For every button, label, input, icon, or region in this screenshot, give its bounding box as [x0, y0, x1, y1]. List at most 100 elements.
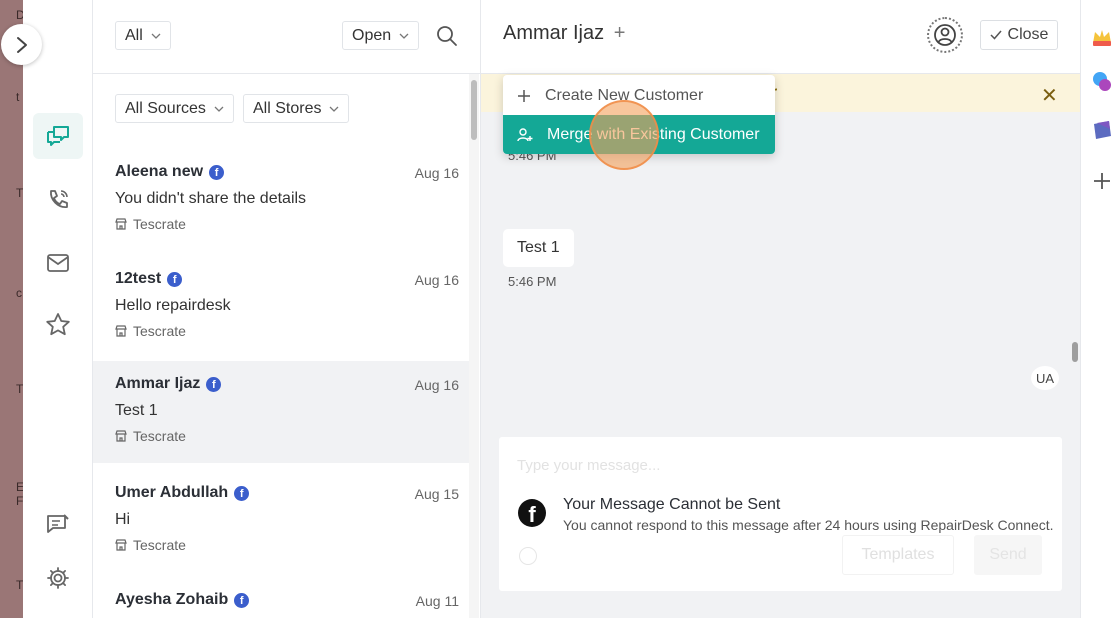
background-letter: t: [16, 90, 20, 104]
background-letter: E: [16, 480, 23, 494]
search-icon: [437, 26, 457, 46]
store-icon: [115, 218, 127, 230]
notes-edit-icon: [47, 514, 69, 533]
store-icon: [115, 325, 127, 337]
close-conversation-button[interactable]: Close: [980, 20, 1058, 50]
close-label: Close: [1007, 26, 1049, 43]
conversation-date: Aug 16: [414, 377, 459, 393]
list-scrollbar-thumb[interactable]: [471, 80, 477, 140]
list-scrollbar[interactable]: [469, 74, 479, 618]
warning-subtitle: You cannot respond to this message after…: [563, 517, 1054, 533]
conversation-item-selected[interactable]: Ammar Ijaz f Aug 16 Test 1 Tescrate: [93, 361, 471, 463]
chevron-down-icon: [330, 106, 339, 112]
chat-app-icon[interactable]: [1091, 71, 1113, 93]
conversation-date: Aug 16: [414, 165, 459, 181]
conversation-preview: Test 1: [115, 402, 158, 419]
background-letter: D: [16, 8, 23, 22]
conversation-date: Aug 16: [414, 272, 459, 288]
filter-status-dropdown[interactable]: Open: [342, 21, 420, 50]
nav-item-conversations[interactable]: [33, 113, 83, 159]
close-icon[interactable]: ✕: [1041, 83, 1058, 108]
mail-icon: [47, 254, 69, 272]
click-marker: [589, 100, 659, 170]
star-icon: [46, 313, 70, 336]
facebook-icon: f: [234, 485, 250, 501]
background-letter: F: [16, 494, 23, 508]
send-button[interactable]: Send: [974, 535, 1042, 575]
conversation-name: Aleena new: [115, 163, 204, 180]
right-apps-rail: [1080, 0, 1120, 618]
conversation-name-row: Ayesha Zohaib f: [115, 591, 250, 609]
emoji-icon[interactable]: [519, 547, 537, 565]
conversation-name: Umer Abdullah: [115, 484, 229, 501]
search-button[interactable]: [436, 25, 458, 52]
conversation-list-panel: All Open All Sources All Stores Aleena n…: [93, 0, 481, 618]
plus-icon: [518, 89, 530, 102]
conversation-store-row: Tescrate: [115, 216, 186, 232]
conversation-item[interactable]: Aleena new f Aug 16 You didn't share the …: [93, 149, 471, 253]
conversation-store: Tescrate: [133, 323, 186, 339]
conversation-store-row: Tescrate: [115, 323, 186, 339]
chevron-down-icon: [151, 33, 161, 39]
conversation-name-row: 12test f: [115, 270, 183, 288]
add-customer-button[interactable]: +: [614, 22, 626, 44]
expand-sidebar-button[interactable]: [1, 24, 42, 65]
assign-agent-button[interactable]: [927, 17, 963, 53]
message-input[interactable]: Type your message...: [517, 457, 660, 474]
facebook-icon: f: [518, 499, 546, 527]
user-add-icon: [517, 127, 533, 141]
nav-item-settings[interactable]: [33, 555, 83, 601]
nav-item-starred[interactable]: [33, 302, 83, 348]
conversation-name-row: Ammar Ijaz f: [115, 375, 222, 393]
conversation-date: Aug 11: [415, 593, 459, 609]
store-icon: [115, 539, 127, 551]
conversation-item[interactable]: Ayesha Zohaib f Aug 11: [93, 577, 471, 618]
conversation-store-row: Tescrate: [115, 537, 186, 553]
check-icon: [990, 30, 1002, 40]
conversation-preview: Hi: [115, 511, 131, 528]
crown-app-icon[interactable]: [1091, 26, 1113, 48]
conversation-preview: Hello repairdesk: [115, 297, 231, 314]
facebook-icon: f: [234, 592, 250, 608]
chevron-down-icon: [214, 106, 224, 112]
conversation-item[interactable]: 12test f Aug 16 Hello repairdesk Tescrate: [93, 256, 471, 360]
background-letter: T: [16, 382, 23, 396]
chat-title-row: Ammar Ijaz +: [503, 22, 625, 45]
background-letter: T: [16, 578, 23, 592]
templates-button[interactable]: Templates: [842, 535, 954, 575]
conversation-item[interactable]: Umer Abdullah f Aug 15 Hi Tescrate: [93, 470, 471, 574]
conversation-date: Aug 15: [414, 486, 459, 502]
nav-item-calls[interactable]: [33, 177, 83, 223]
background-app-strip: D t T c T E F T: [0, 0, 23, 618]
message-bubble: Test 1: [503, 229, 574, 267]
phone-icon: [50, 190, 68, 208]
filter-stores-dropdown[interactable]: All Stores: [243, 94, 350, 123]
chat-bubbles-icon: [47, 126, 69, 146]
agent-avatar: UA: [1031, 366, 1059, 390]
add-app-icon[interactable]: [1091, 170, 1113, 192]
nav-item-notes[interactable]: [33, 502, 83, 548]
filter-all-label: All: [125, 26, 143, 44]
gear-icon: [47, 567, 69, 589]
filter-all-dropdown[interactable]: All: [115, 21, 171, 50]
main-nav: [23, 0, 93, 618]
chat-scrollbar-thumb[interactable]: [1072, 342, 1078, 362]
facebook-icon: f: [167, 271, 183, 287]
nav-item-email[interactable]: [33, 240, 83, 286]
chat-header: Ammar Ijaz + Close: [481, 0, 1080, 74]
store-icon: [115, 430, 127, 442]
message-time: 5:46 PM: [508, 274, 557, 289]
background-letter: c: [16, 286, 22, 300]
conversation-name: 12test: [115, 270, 162, 287]
chevron-right-icon: [16, 36, 27, 53]
chevron-down-icon: [399, 33, 409, 39]
conversation-store: Tescrate: [133, 428, 186, 444]
filter-sources-dropdown[interactable]: All Sources: [115, 94, 234, 123]
customer-name: Ammar Ijaz: [503, 22, 605, 44]
conversation-store: Tescrate: [133, 537, 186, 553]
facebook-icon: f: [206, 376, 222, 392]
user-circle-icon: [934, 24, 956, 46]
shape-app-icon[interactable]: [1091, 119, 1113, 141]
facebook-icon: f: [209, 164, 225, 180]
conversation-name: Ayesha Zohaib: [115, 591, 229, 608]
